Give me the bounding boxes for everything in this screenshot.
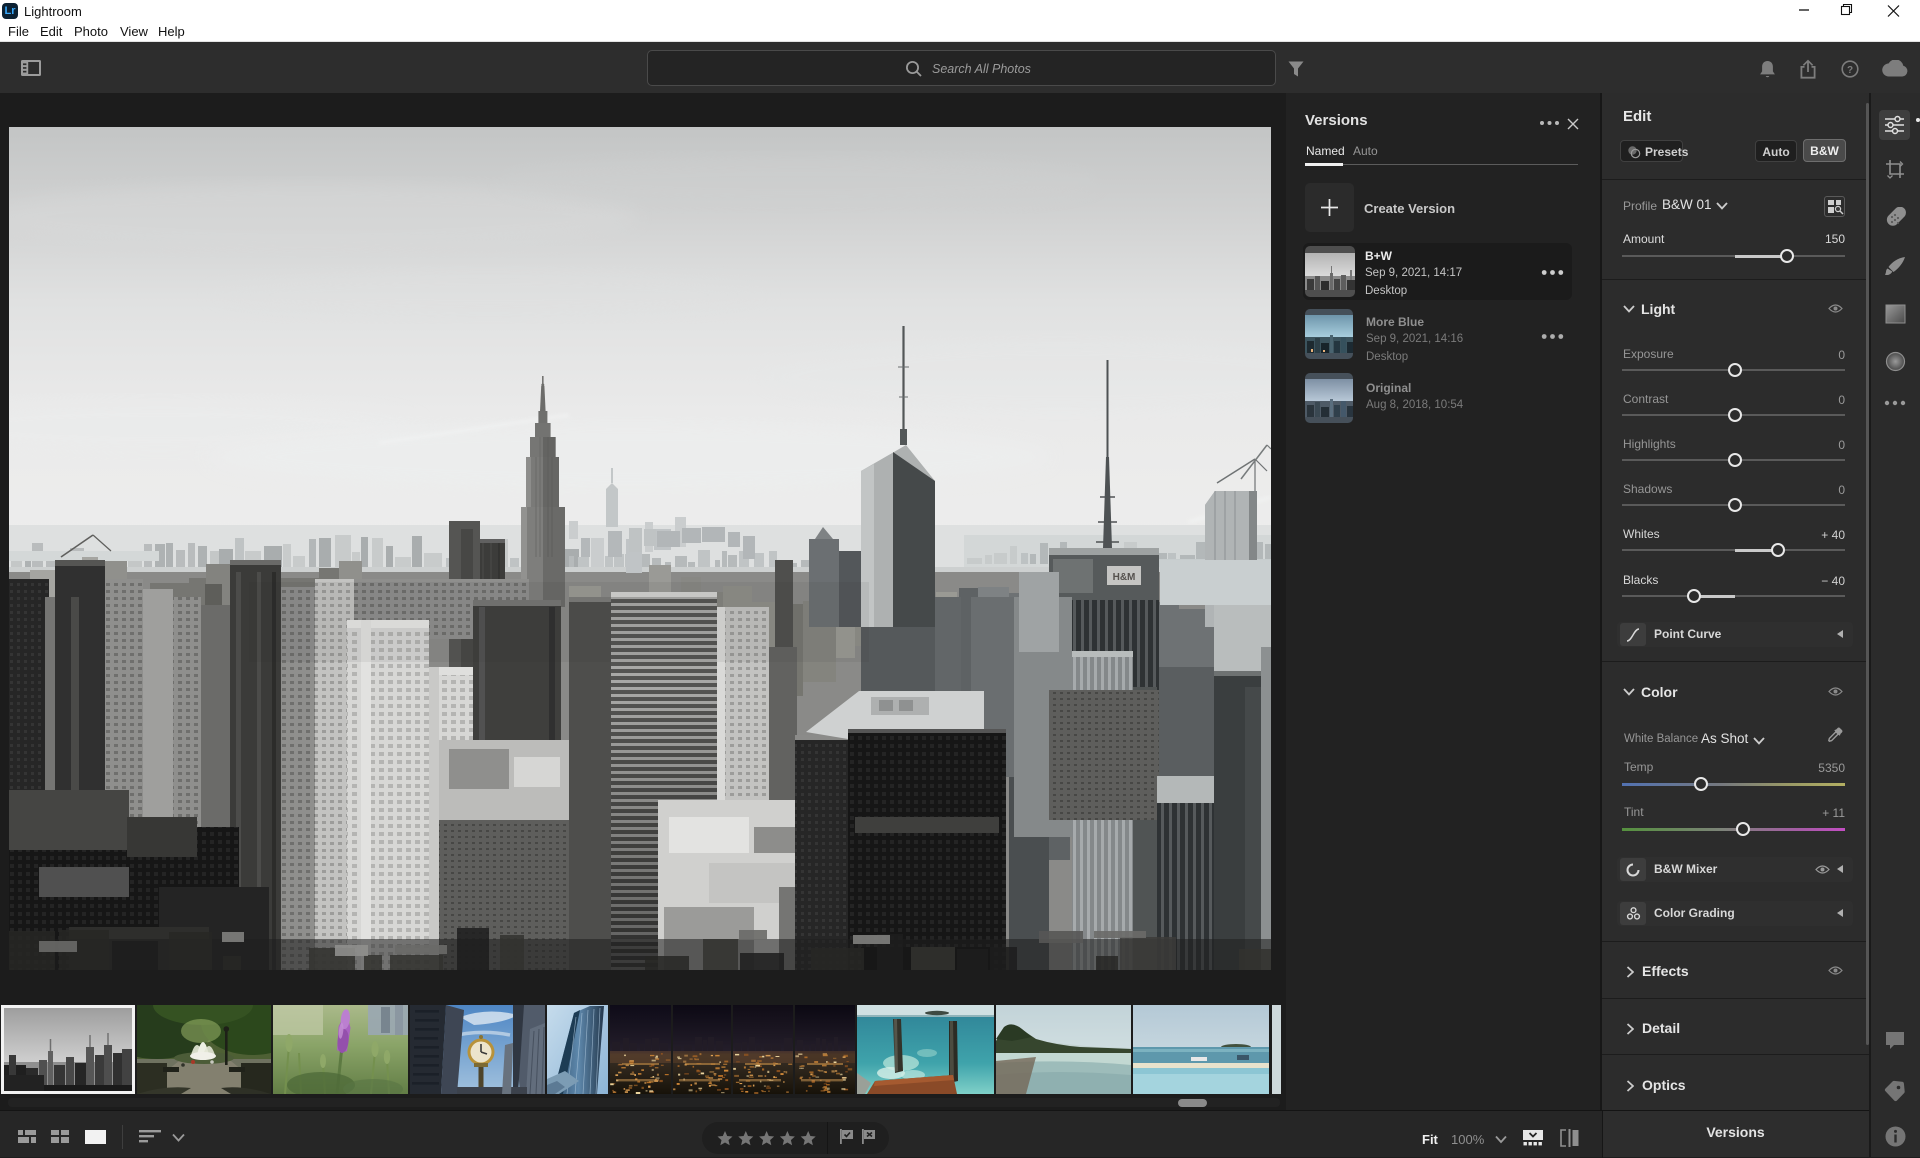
svg-text:H&M: H&M	[1113, 572, 1136, 583]
svg-text:?: ?	[1847, 65, 1853, 76]
